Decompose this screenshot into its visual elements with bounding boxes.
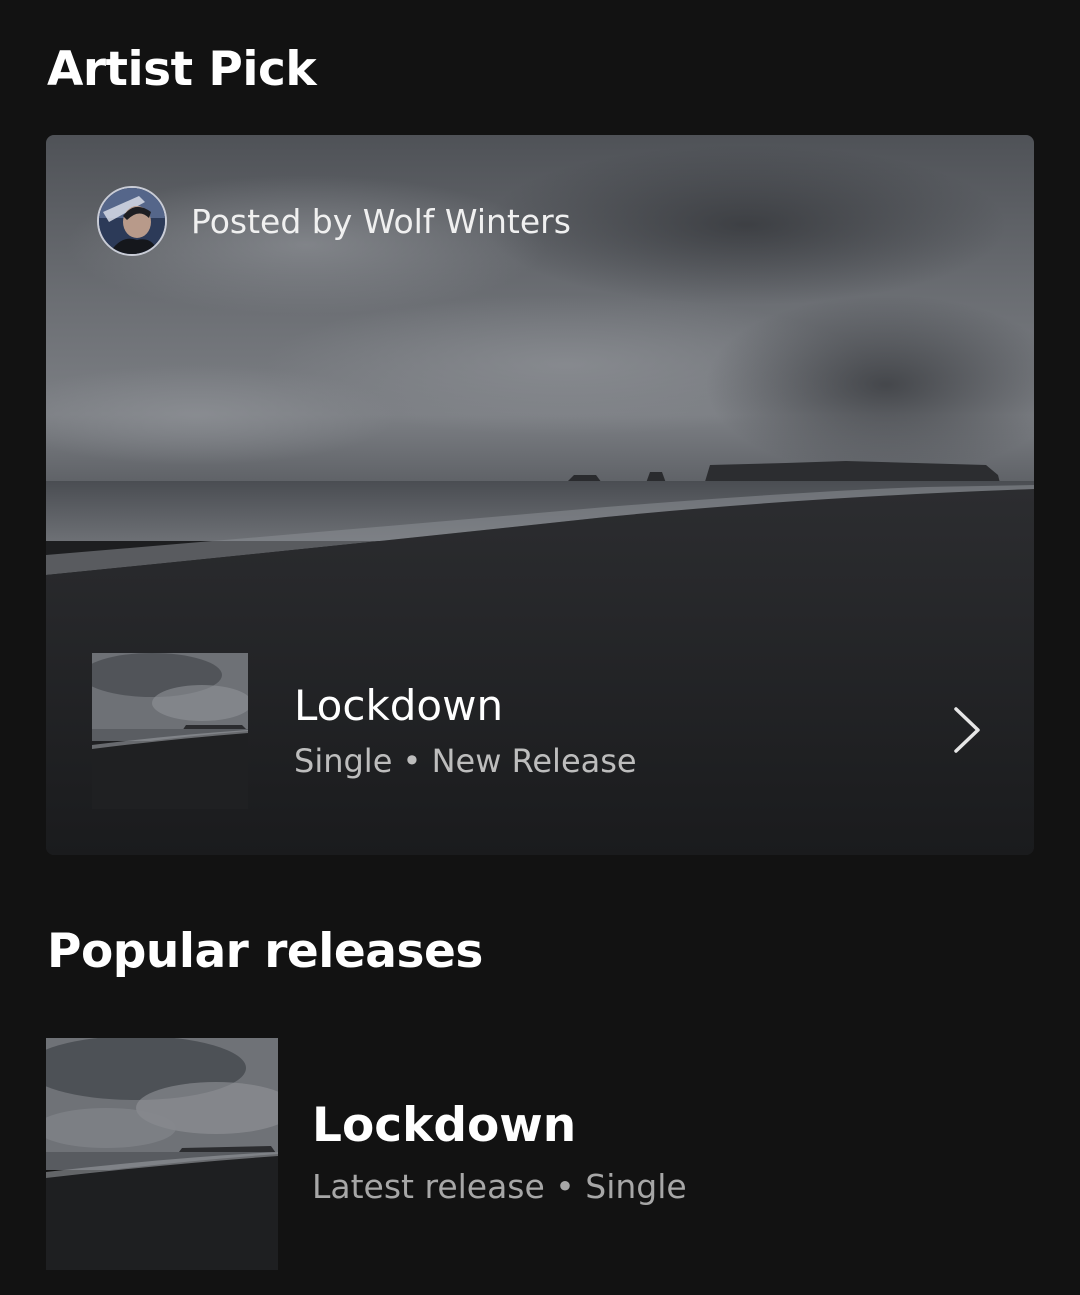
artist-pick-cover-art: [92, 653, 248, 809]
chevron-right-icon[interactable]: [946, 705, 986, 755]
artist-pick-release-info: Lockdown Single • New Release: [294, 681, 637, 780]
posted-by-text: Posted by Wolf Winters: [191, 201, 571, 241]
release-list-item[interactable]: Lockdown Latest release • Single: [46, 1038, 1036, 1270]
popular-releases-heading: Popular releases: [47, 924, 483, 979]
release-cover-art: [46, 1038, 278, 1270]
release-info: Lockdown Latest release • Single: [312, 1098, 687, 1206]
posted-by-row[interactable]: Posted by Wolf Winters: [97, 186, 571, 256]
artist-pick-release[interactable]: Lockdown Single • New Release: [92, 653, 992, 809]
artist-pick-release-name: Lockdown: [294, 681, 504, 730]
artist-page: Artist Pick Posted by Wolf Winters Lockd…: [0, 0, 1080, 1295]
artist-pick-release-subtitle: Single • New Release: [294, 742, 637, 780]
release-subtitle: Latest release • Single: [312, 1167, 687, 1206]
artist-avatar[interactable]: [97, 186, 167, 256]
artist-pick-card[interactable]: Posted by Wolf Winters Lockdown Single •…: [46, 135, 1034, 855]
release-name: Lockdown: [312, 1098, 577, 1153]
artist-avatar-image: [99, 188, 165, 254]
artist-pick-heading: Artist Pick: [47, 42, 317, 97]
